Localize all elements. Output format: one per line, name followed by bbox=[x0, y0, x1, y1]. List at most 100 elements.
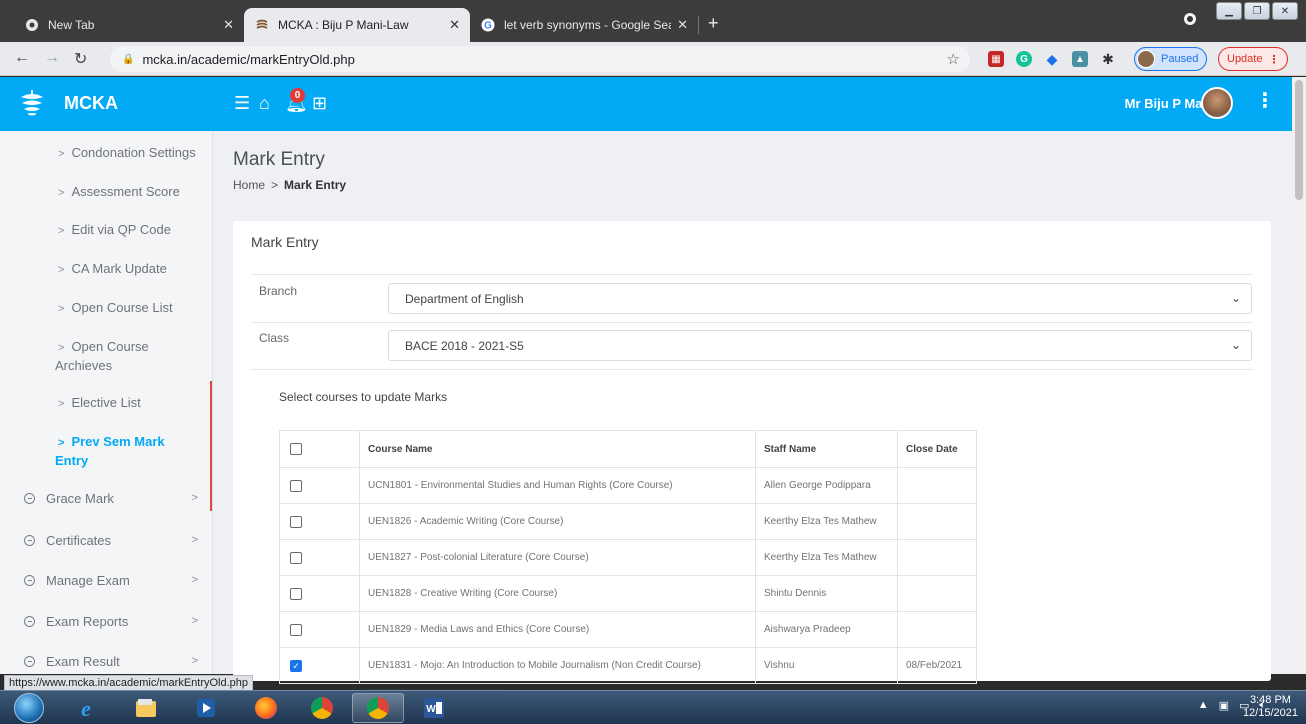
record-indicator-icon[interactable] bbox=[1184, 13, 1196, 25]
checkbox-cell bbox=[279, 503, 360, 540]
sidebar-item-open-course-list[interactable]: > Open Course List bbox=[55, 299, 198, 318]
sidebar-item-exam-result[interactable]: Exam Result > bbox=[0, 641, 212, 674]
apps-grid-icon[interactable]: ⊞ bbox=[312, 94, 327, 112]
circle-minus-icon bbox=[24, 615, 35, 627]
chevron-right-icon: > bbox=[191, 655, 198, 667]
branch-label: Branch bbox=[259, 284, 298, 298]
table-row: UEN1829 - Media Laws and Ethics (Core Co… bbox=[279, 611, 977, 648]
network-alert-icon[interactable]: ▣ bbox=[1219, 699, 1229, 712]
browser-tab-strip: New Tab ✕ MCKA : Biju P Mani-Law ✕ G let… bbox=[0, 0, 1306, 42]
sidebar-item-ca-mark-update[interactable]: > CA Mark Update bbox=[55, 260, 198, 279]
extension-upload-icon[interactable]: ▲ bbox=[1072, 51, 1088, 67]
close-icon[interactable]: ✕ bbox=[449, 17, 460, 33]
forward-arrow-icon[interactable]: → bbox=[44, 49, 60, 67]
back-arrow-icon[interactable]: ← bbox=[14, 49, 30, 67]
row-checkbox[interactable] bbox=[290, 515, 302, 528]
row-checkbox[interactable] bbox=[290, 623, 302, 636]
file-explorer-icon[interactable] bbox=[120, 693, 172, 723]
class-label: Class bbox=[259, 331, 290, 345]
menu-toggle-icon[interactable]: ☰ bbox=[234, 94, 250, 112]
branch-select[interactable]: Department of English ⌄ bbox=[388, 283, 1252, 314]
circle-minus-icon bbox=[24, 492, 35, 504]
clock-time: 3:48 PM bbox=[1249, 694, 1291, 706]
puzzle-icon[interactable]: ✱ bbox=[1100, 51, 1116, 67]
table-header-row: Course Name Staff Name Close Date bbox=[279, 430, 977, 468]
chevron-right-icon: > bbox=[58, 342, 65, 354]
row-checkbox-checked[interactable]: ✓ bbox=[290, 659, 302, 672]
branch-value: Department of English bbox=[405, 291, 524, 306]
sidebar-item-prev-sem-mark-entry[interactable]: > Prev Sem Mark Entry bbox=[55, 433, 175, 469]
extension-red-icon[interactable]: ▦ bbox=[988, 51, 1004, 67]
chevron-right-icon: > bbox=[191, 534, 198, 546]
checkbox-cell bbox=[279, 575, 360, 612]
app-header: MCKA ☰ ⌂ 🔔︎ 0 ⊞ Mr Biju P Mani ⋮ bbox=[0, 77, 1306, 131]
sidebar-item-certificates[interactable]: Certificates > bbox=[0, 520, 212, 560]
row-checkbox[interactable] bbox=[290, 587, 302, 600]
reload-icon[interactable]: ↻ bbox=[74, 49, 87, 69]
tab-google-search[interactable]: G let verb synonyms - Google Sear ✕ bbox=[470, 8, 698, 42]
restore-icon[interactable]: ❐ bbox=[1244, 2, 1270, 20]
show-hidden-icons-icon[interactable]: ▲ bbox=[1198, 699, 1209, 712]
window-close-icon[interactable]: ✕ bbox=[1272, 2, 1298, 20]
checkbox-cell: ✓ bbox=[279, 647, 360, 684]
row-checkbox[interactable] bbox=[290, 551, 302, 564]
sidebar-item-edit-via-qp-code[interactable]: > Edit via QP Code bbox=[55, 221, 198, 240]
sidebar-item-assessment-score[interactable]: > Assessment Score bbox=[55, 183, 198, 202]
grammarly-icon[interactable]: G bbox=[1016, 51, 1032, 67]
select-all-checkbox[interactable] bbox=[290, 443, 302, 455]
courses-table: Course Name Staff Name Close Date UCN180… bbox=[279, 430, 977, 684]
staff-name-cell: Keerthy Elza Tes Mathew bbox=[755, 539, 898, 576]
minimize-icon[interactable]: ▁ bbox=[1216, 2, 1242, 20]
url-text: mcka.in/academic/markEntryOld.php bbox=[142, 51, 355, 67]
column-header-close-date: Close Date bbox=[897, 430, 977, 468]
sidebar: > Condonation Settings > Assessment Score … bbox=[0, 131, 213, 674]
close-icon[interactable]: ✕ bbox=[677, 17, 688, 33]
browser-toolbar: ← → ↻ 🔒 mcka.in/academic/markEntryOld.ph… bbox=[0, 42, 1306, 76]
chrome-icon[interactable] bbox=[296, 693, 348, 723]
close-date-cell bbox=[897, 575, 977, 612]
class-select[interactable]: BACE 2018 - 2021-S5 ⌄ bbox=[388, 330, 1252, 361]
course-name-cell: UCN1801 - Environmental Studies and Huma… bbox=[359, 467, 756, 504]
status-bar-url: https://www.mcka.in/academic/markEntryOl… bbox=[4, 675, 254, 691]
clock-date: 12/15/2021 bbox=[1242, 707, 1298, 719]
kebab-menu-icon[interactable]: ⋮ bbox=[1255, 91, 1275, 111]
update-button[interactable]: Update ⋮ bbox=[1218, 47, 1289, 71]
close-icon[interactable]: ✕ bbox=[223, 17, 234, 33]
address-bar[interactable]: 🔒 mcka.in/academic/markEntryOld.php ☆ bbox=[110, 46, 970, 72]
sidebar-item-label: Prev Sem Mark Entry bbox=[55, 434, 165, 468]
sidebar-item-condonation-settings[interactable]: > Condonation Settings bbox=[55, 144, 198, 163]
start-button[interactable] bbox=[14, 693, 44, 723]
sidebar-item-elective-list[interactable]: > Elective List bbox=[55, 394, 198, 413]
row-checkbox[interactable] bbox=[290, 479, 302, 492]
sidebar-item-grace-mark[interactable]: Grace Mark > bbox=[0, 478, 212, 518]
chevron-down-icon: ⌄ bbox=[1230, 291, 1241, 305]
sidebar-item-exam-reports[interactable]: Exam Reports > bbox=[0, 601, 212, 641]
tab-label: MCKA : Biju P Mani-Law bbox=[278, 18, 409, 32]
sidebar-item-open-course-archieves[interactable]: > Open Course Archieves bbox=[55, 338, 155, 374]
avatar[interactable] bbox=[1201, 87, 1233, 119]
staff-name-cell: Allen George Podippara bbox=[755, 467, 898, 504]
new-tab-button[interactable]: + bbox=[708, 14, 719, 32]
profile-button[interactable]: Paused bbox=[1134, 47, 1208, 71]
mcka-favicon bbox=[254, 17, 270, 33]
bookmark-star-icon[interactable]: ☆ bbox=[947, 50, 960, 68]
brand[interactable]: MCKA bbox=[18, 88, 118, 118]
clock[interactable]: 3:48 PM 12/15/2021 bbox=[1243, 694, 1298, 720]
sidebar-item-manage-exam[interactable]: Manage Exam > bbox=[0, 560, 212, 600]
chrome-profile-icon[interactable] bbox=[352, 693, 404, 723]
tab-mcka[interactable]: MCKA : Biju P Mani-Law ✕ bbox=[244, 8, 470, 42]
extension-cap-icon[interactable]: ◆ bbox=[1044, 51, 1060, 67]
sidebar-item-label: Certificates bbox=[46, 532, 112, 548]
media-player-icon[interactable] bbox=[180, 693, 232, 723]
sidebar-item-label: Open Course Archieves bbox=[55, 339, 149, 373]
page-scrollbar-thumb[interactable] bbox=[1295, 80, 1303, 200]
breadcrumb-home[interactable]: Home bbox=[233, 178, 265, 192]
firefox-icon[interactable] bbox=[240, 693, 292, 723]
word-icon[interactable]: W bbox=[408, 693, 460, 723]
close-date-cell bbox=[897, 539, 977, 576]
svg-text:e: e bbox=[81, 696, 91, 721]
internet-explorer-icon[interactable]: e bbox=[60, 693, 112, 723]
home-icon[interactable]: ⌂ bbox=[259, 94, 270, 112]
tab-separator bbox=[698, 16, 699, 34]
tab-new-tab[interactable]: New Tab ✕ bbox=[14, 8, 244, 42]
